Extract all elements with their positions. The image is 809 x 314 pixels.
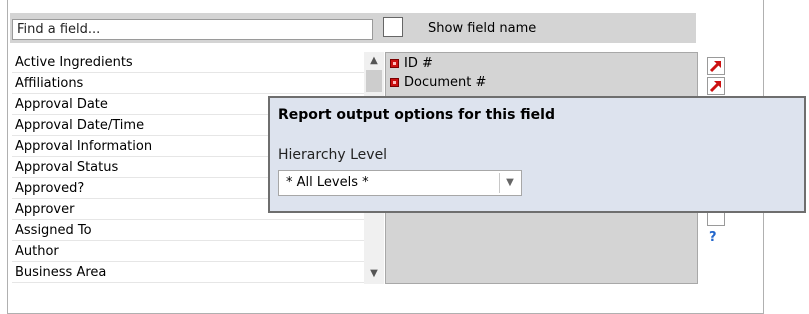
chevron-down-icon[interactable]: ▼: [499, 173, 520, 193]
selected-field-label: ID #: [404, 56, 433, 71]
selected-field-label: Document #: [404, 75, 487, 90]
list-item[interactable]: Author: [12, 241, 364, 262]
field-output-options-popup: Report output options for this field Hie…: [268, 96, 806, 213]
field-options-button[interactable]: [707, 57, 725, 75]
list-item[interactable]: Assigned To: [12, 220, 364, 241]
list-item[interactable]: Active Ingredients: [12, 52, 364, 73]
scroll-up-icon[interactable]: ▲: [364, 53, 384, 69]
hierarchy-level-value: * All Levels *: [286, 175, 369, 190]
field-options-button[interactable]: [707, 77, 725, 95]
hierarchy-level-select[interactable]: * All Levels * ▼: [278, 170, 522, 196]
selected-field-item[interactable]: Document #: [390, 74, 486, 92]
show-field-name-label: Show field name: [428, 21, 537, 36]
list-item[interactable]: Business Area: [12, 262, 364, 283]
field-bullet-icon: [390, 59, 399, 68]
field-bullet-icon: [390, 78, 399, 87]
selected-field-item[interactable]: ID #: [390, 55, 433, 73]
scroll-down-icon[interactable]: ▼: [364, 266, 384, 282]
find-field-input[interactable]: [12, 19, 373, 40]
help-icon[interactable]: ?: [709, 230, 717, 245]
arrow-up-right-icon: [709, 60, 722, 73]
show-field-name-checkbox[interactable]: [383, 17, 403, 37]
scroll-thumb[interactable]: [366, 70, 382, 92]
list-item[interactable]: Affiliations: [12, 73, 364, 94]
popup-title: Report output options for this field: [278, 107, 555, 123]
hierarchy-level-label: Hierarchy Level: [278, 147, 388, 163]
arrow-up-right-icon: [709, 80, 722, 93]
